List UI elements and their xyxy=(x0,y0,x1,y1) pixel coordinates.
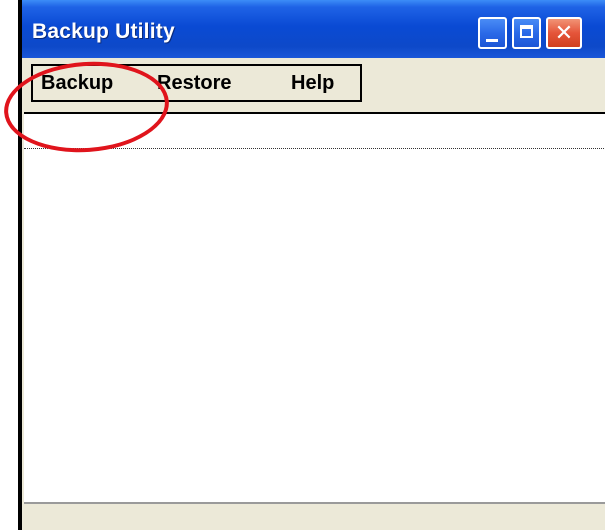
close-icon: ✕ xyxy=(554,20,574,45)
maximize-icon xyxy=(520,25,533,38)
menu-item-help[interactable]: Help xyxy=(291,72,334,95)
close-button[interactable]: ✕ xyxy=(546,17,582,49)
minimize-button[interactable] xyxy=(478,17,507,49)
maximize-button[interactable] xyxy=(512,17,541,49)
title-bar[interactable]: Backup Utility ✕ xyxy=(22,0,605,58)
background-margin xyxy=(0,0,18,521)
main-content-area[interactable] xyxy=(24,112,605,504)
status-bar xyxy=(24,504,605,524)
window-title: Backup Utility xyxy=(32,20,175,43)
menu-item-restore[interactable]: Restore xyxy=(157,72,231,95)
minimize-icon xyxy=(486,39,498,42)
